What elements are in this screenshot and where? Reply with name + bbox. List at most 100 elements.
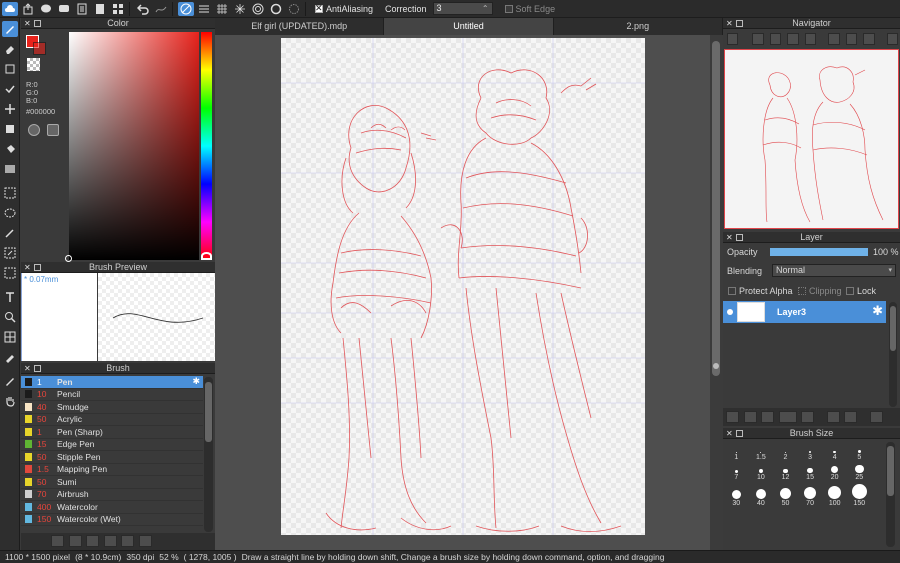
brush-list-item[interactable]: 1 Pen ✱ — [21, 376, 203, 389]
soft-edge-toggle[interactable]: Soft Edge — [504, 4, 555, 14]
cross-snap-icon[interactable] — [214, 2, 230, 16]
brush-size-option[interactable]: 3 — [798, 441, 823, 461]
brush-list-item[interactable]: 10 Pencil — [21, 389, 203, 401]
cloud-icon[interactable] — [2, 1, 18, 16]
scroll-down-arrow-icon[interactable] — [713, 363, 719, 369]
brush-list-item[interactable]: 400 Watercolor — [21, 501, 203, 514]
canvas-scroll-thumb[interactable] — [712, 41, 720, 376]
close-icon[interactable]: ✕ — [726, 232, 733, 243]
brush-size-option[interactable]: 4 — [822, 441, 847, 461]
hue-slider[interactable] — [201, 32, 212, 260]
page-icon[interactable] — [92, 2, 108, 16]
gradient-tool-icon[interactable] — [2, 161, 18, 177]
brush-size-option[interactable]: 7 — [724, 461, 749, 481]
brush-list-item[interactable]: 70 Airbrush — [21, 489, 203, 501]
hue-slider-handle[interactable] — [201, 252, 212, 260]
brush-list-item[interactable]: 1.5 Mapping Pen — [21, 464, 203, 476]
eraser-tool-icon[interactable] — [2, 41, 18, 57]
brush-list-item[interactable]: 50 Acrylic — [21, 414, 203, 426]
brush-size-option[interactable]: 12 — [773, 461, 798, 481]
fit-icon[interactable] — [787, 32, 799, 45]
brush-size-option[interactable]: 5 — [847, 441, 872, 461]
close-icon[interactable]: ✕ — [24, 18, 31, 29]
new-brush-icon[interactable] — [86, 535, 100, 547]
popout-icon[interactable] — [34, 20, 41, 27]
check-tool-icon[interactable] — [2, 81, 18, 97]
close-icon[interactable]: ✕ — [726, 428, 733, 439]
correction-select[interactable]: 3 — [432, 2, 493, 15]
zoom-in-2-icon[interactable] — [752, 32, 764, 45]
tab-untitled[interactable]: Untitled — [384, 18, 554, 35]
speech-icon[interactable] — [56, 2, 72, 16]
zoom-out-icon[interactable] — [769, 32, 782, 45]
new-layer-2-icon[interactable] — [743, 411, 757, 423]
chat-icon[interactable] — [38, 2, 54, 16]
duplicate-brush-icon[interactable] — [121, 535, 135, 547]
brush-size-option[interactable]: 15 — [798, 461, 823, 481]
transfer-icon[interactable] — [844, 411, 858, 423]
soft-edge-checkbox[interactable] — [504, 4, 513, 13]
brush-size-option[interactable]: 40 — [749, 481, 774, 507]
brush-size-option[interactable]: 30 — [724, 481, 749, 507]
curve-snap-icon[interactable] — [268, 2, 284, 16]
select-tool-icon[interactable] — [2, 185, 18, 201]
hand-tool-icon[interactable] — [2, 393, 18, 409]
reset-rotate-icon[interactable] — [863, 32, 875, 45]
protect-alpha-toggle[interactable]: Protect Alpha — [728, 286, 793, 296]
new-halftone-layer-icon[interactable] — [761, 411, 775, 423]
transparent-swatch[interactable] — [27, 58, 40, 71]
layer-menu-icon[interactable] — [778, 411, 797, 423]
secondary-color-swatch[interactable] — [33, 42, 46, 55]
magic-wand-tool-icon[interactable] — [2, 225, 18, 241]
layer-row[interactable]: Layer3 ✱ — [723, 301, 886, 323]
drawing-canvas[interactable] — [281, 38, 645, 535]
canvas-vertical-scrollbar[interactable] — [710, 35, 723, 550]
fill-tool-icon[interactable] — [2, 141, 18, 157]
brush-list-item[interactable]: 1 Pen (Sharp) — [21, 426, 203, 439]
opacity-slider[interactable] — [770, 248, 868, 256]
brush-list-item[interactable]: 150 Watercolor (Wet) — [21, 514, 203, 526]
navigator-preview[interactable] — [724, 49, 899, 229]
color-wheel-icon[interactable] — [28, 124, 40, 136]
brush-tool-icon[interactable] — [2, 21, 18, 37]
clipping-toggle[interactable]: Clipping — [798, 286, 842, 296]
select-pen-tool-icon[interactable] — [2, 245, 18, 261]
cloud-brush-icon[interactable] — [51, 535, 64, 547]
rotate-right-icon[interactable] — [845, 32, 858, 45]
text-tool-icon[interactable] — [2, 289, 18, 305]
eye-icon[interactable] — [727, 309, 733, 315]
brush-list-item[interactable]: 15 Edge Pen — [21, 439, 203, 451]
snap-off-icon[interactable] — [178, 1, 194, 16]
canvas-area[interactable] — [215, 35, 710, 550]
rectangle-tool-icon[interactable] — [2, 61, 18, 77]
brush-size-option[interactable]: 10 — [749, 461, 774, 481]
brush-size-option[interactable]: 70 — [798, 481, 823, 507]
new-layer-icon[interactable] — [726, 411, 739, 423]
zoom-in-icon[interactable] — [727, 32, 739, 45]
lasso-tool-icon[interactable] — [2, 205, 18, 221]
brush-size-option[interactable]: 25 — [847, 461, 872, 481]
brush-size-scrollbar[interactable] — [886, 442, 895, 547]
grid-layout-icon[interactable] — [110, 2, 126, 16]
eyedropper-tool-icon[interactable] — [2, 349, 18, 365]
brush-size-scroll-thumb[interactable] — [887, 446, 894, 496]
parallel-snap-icon[interactable] — [196, 2, 212, 16]
export-icon[interactable] — [20, 2, 36, 16]
move-tool-icon[interactable] — [2, 101, 18, 117]
lock-checkbox[interactable] — [846, 287, 854, 295]
brush-size-option[interactable]: 100 — [822, 481, 847, 507]
popout-icon[interactable] — [34, 365, 41, 372]
protect-alpha-checkbox[interactable] — [728, 287, 736, 295]
panel-tool-icon[interactable] — [2, 329, 18, 345]
brush-list-item[interactable]: 50 Sumi — [21, 476, 203, 489]
popout-icon[interactable] — [736, 234, 743, 241]
saturation-value-picker[interactable] — [69, 32, 199, 260]
brush-size-option[interactable]: 150 — [847, 481, 872, 507]
add-brush-icon[interactable] — [68, 535, 82, 547]
color-set-icon[interactable] — [47, 124, 59, 136]
radial-snap-icon[interactable] — [232, 2, 248, 16]
merge-icon[interactable] — [826, 411, 840, 423]
close-icon[interactable]: ✕ — [24, 262, 31, 273]
select-eraser-tool-icon[interactable] — [2, 265, 18, 281]
antialias-checkbox[interactable] — [315, 3, 323, 14]
